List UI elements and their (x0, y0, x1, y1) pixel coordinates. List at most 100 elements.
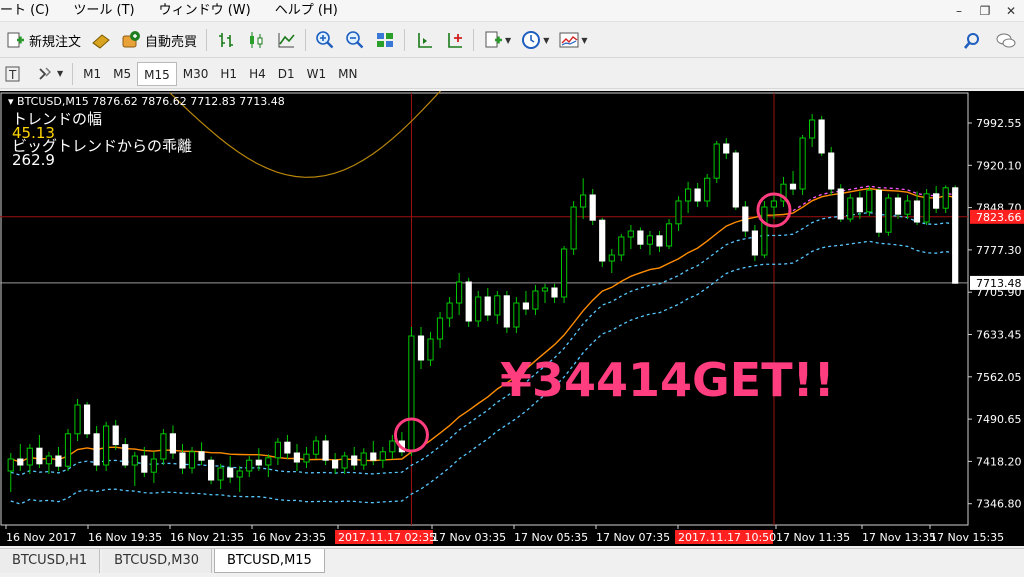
arrows-button[interactable]: ▼ (31, 60, 67, 88)
tf-d1[interactable]: D1 (272, 62, 301, 86)
candle-bear (284, 441, 291, 454)
templates-button[interactable]: ▼ (555, 26, 591, 54)
candle-bull (312, 440, 320, 455)
candle-bear (522, 302, 529, 310)
candle-bull (685, 188, 692, 202)
new-order-button[interactable]: 新規注文 (1, 26, 85, 54)
new-order-label: 新規注文 (29, 34, 82, 50)
candle-bull (761, 206, 768, 256)
candle-bull (665, 223, 673, 247)
current-price-label: 7713.48 (976, 277, 1022, 290)
candlestick-button[interactable] (242, 26, 270, 54)
candle-bear (723, 143, 730, 154)
candle-bull (131, 455, 138, 466)
candle-bull (675, 200, 682, 225)
candle-bull (7, 458, 14, 472)
indicator-value-deviation: 262.9 (12, 151, 55, 169)
candle-bull (436, 317, 444, 340)
tf-h1[interactable]: H1 (214, 62, 243, 86)
indicators-button[interactable]: ▼ (479, 26, 515, 54)
candle-bear (351, 455, 358, 466)
candle-bull (303, 453, 310, 463)
price-tick-label: 7992.55 (976, 117, 1022, 130)
candle-bear (198, 451, 205, 461)
chart-canvas[interactable]: ¥34414GET!! ▾ BTCUSD,M15 7876.62 7876.62 … (0, 91, 1024, 546)
candle-bull (580, 194, 587, 208)
menu-bar: ート (C) ツール (T) ウィンドウ (W) ヘルプ (H) – ❐ ✕ (0, 0, 1024, 22)
time-tick-label: 17 Nov 07:35 (596, 531, 670, 544)
candle-bull (494, 295, 501, 316)
tf-w1[interactable]: W1 (301, 62, 333, 86)
price-tick-label: 7633.45 (976, 329, 1022, 342)
chat-icon[interactable] (996, 31, 1016, 51)
candle-bull (103, 425, 110, 466)
svg-text:T: T (8, 68, 17, 82)
line-chart-button[interactable] (272, 26, 300, 54)
chevron-down-icon: ▼ (505, 35, 512, 45)
time-tick-label: 17 Nov 11:35 (776, 531, 850, 544)
price-tick-label: 7346.80 (976, 498, 1022, 511)
drawing-toolbar: T ▼ M1 M5 M15 M30 H1 H4 D1 W1 MN (0, 59, 1024, 89)
candle-bear (36, 447, 43, 465)
candle-bear (742, 206, 749, 232)
chart-shift-button[interactable] (410, 26, 438, 54)
candle-bear (637, 230, 644, 245)
time-tick-label: 17 Nov 15:35 (930, 531, 1004, 544)
restore-icon[interactable]: ❐ (972, 4, 998, 18)
candle-bull (561, 248, 568, 298)
text-label-button[interactable]: T (1, 60, 29, 88)
candle-bull (809, 119, 816, 139)
candle-bull (885, 197, 892, 233)
menu-tools[interactable]: ツール (T) (61, 0, 146, 22)
zoom-in-button[interactable] (311, 26, 339, 54)
candle-bull (904, 200, 911, 215)
tf-m15[interactable]: M15 (137, 61, 177, 86)
minimize-icon[interactable]: – (946, 4, 972, 18)
tab-btcusd-h1[interactable]: BTCUSD,H1 (0, 549, 101, 573)
candle-bull (217, 467, 224, 481)
candle-bear (656, 235, 663, 247)
bar-chart-button[interactable] (212, 26, 240, 54)
tf-m5[interactable]: M5 (107, 62, 137, 86)
candle-bear (417, 335, 425, 361)
menu-help[interactable]: ヘルプ (H) (263, 0, 350, 22)
toolbar-separator (404, 29, 406, 51)
candle-bear (370, 452, 377, 461)
candle-bear (255, 459, 262, 466)
tab-btcusd-m30[interactable]: BTCUSD,M30 (102, 549, 212, 573)
candle-bull (427, 338, 434, 361)
tf-m1[interactable]: M1 (77, 62, 107, 86)
tab-btcusd-m15[interactable]: BTCUSD,M15 (213, 549, 325, 573)
menu-window[interactable]: ウィンドウ (W) (147, 0, 263, 22)
time-tick-label: 2017.11.17 02:35 (338, 531, 436, 544)
auto-trading-button[interactable]: 自動売買 (117, 26, 201, 54)
zoom-out-button[interactable] (341, 26, 369, 54)
candle-bull (799, 137, 806, 190)
candle-bear (169, 433, 177, 454)
search-icon[interactable] (962, 31, 982, 51)
chart-tabs: BTCUSD,H1 BTCUSD,M30 BTCUSD,M15 (0, 548, 1024, 577)
candle-bull (188, 451, 196, 469)
profit-annotation: ¥34414GET!! (500, 353, 835, 407)
close-icon[interactable]: ✕ (998, 4, 1024, 18)
time-tick-label: 16 Nov 21:35 (170, 531, 244, 544)
menu-chart[interactable]: ート (C) (0, 0, 61, 22)
tile-windows-button[interactable] (371, 26, 399, 54)
metaeditor-button[interactable] (87, 26, 115, 54)
candle-bear (465, 281, 472, 322)
auto-scroll-button[interactable] (440, 26, 468, 54)
candle-bear (179, 452, 186, 469)
candle-bull (770, 200, 777, 208)
price-chart[interactable]: ¥34414GET!! ▾ BTCUSD,M15 7876.62 7876.62 … (0, 91, 1024, 546)
candlestick-icon (250, 32, 263, 48)
candle-bear (293, 452, 300, 463)
candle-bull (456, 281, 463, 304)
tf-h4[interactable]: H4 (243, 62, 272, 86)
price-tick-label: 7490.65 (976, 413, 1022, 426)
tf-m30[interactable]: M30 (177, 62, 215, 86)
candle-bull (618, 236, 625, 256)
zoom-out-icon (346, 31, 364, 49)
candle-bull (446, 302, 453, 319)
periods-button[interactable]: ▼ (517, 26, 553, 54)
tf-mn[interactable]: MN (332, 62, 363, 86)
